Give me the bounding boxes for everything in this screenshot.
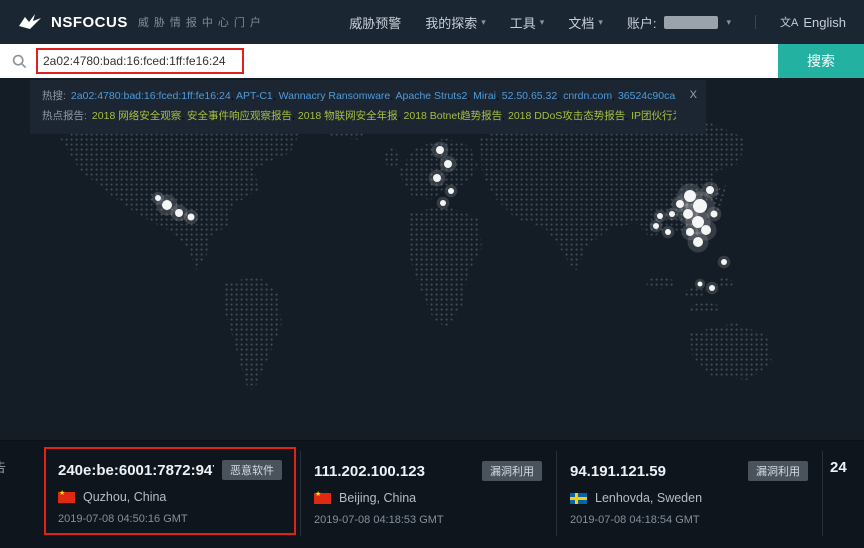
attack-point bbox=[444, 160, 452, 168]
previous-card-partial[interactable]: 告 bbox=[0, 457, 6, 476]
hot-search-link[interactable]: 36524c90ca1fac2102e7653dfadb31b2 bbox=[618, 90, 676, 102]
nav-item-account[interactable]: 账户: ▾ bbox=[627, 13, 731, 32]
hot-search-link[interactable]: 2a02:4780:bad:16:fced:1ff:fe16:24 bbox=[71, 90, 231, 102]
brand[interactable]: NSFOCUS 威胁情报中心门户 bbox=[18, 13, 266, 31]
hot-search-link[interactable]: APT-C1 bbox=[236, 90, 273, 102]
event-ip-title: 111.202.100.123 bbox=[314, 463, 474, 480]
hot-report-link[interactable]: 2018 物联网安全年报 bbox=[298, 110, 398, 122]
event-timestamp: 2019-07-08 04:18:54 GMT bbox=[570, 514, 808, 526]
language-switch[interactable]: 文A English bbox=[780, 14, 846, 30]
event-ip-title: 240e:be:6001:7872:947f:... bbox=[58, 462, 214, 479]
brand-name: NSFOCUS bbox=[51, 14, 128, 31]
nav-item-工具[interactable]: 工具 ▾ bbox=[510, 13, 545, 32]
language-label: English bbox=[803, 15, 846, 30]
attack-point bbox=[669, 211, 675, 217]
nav-item-label: 文档 bbox=[568, 13, 594, 32]
search-button[interactable]: 搜索 bbox=[778, 44, 864, 78]
event-location: Lenhovda, Sweden bbox=[595, 491, 702, 505]
event-location: Beijing, China bbox=[339, 491, 416, 505]
chevron-down-icon: ▾ bbox=[540, 18, 545, 27]
attack-point bbox=[721, 259, 727, 265]
search-icon bbox=[12, 54, 27, 69]
hot-search-link[interactable]: Apache Struts2 bbox=[396, 90, 468, 102]
chevron-down-icon: ▾ bbox=[598, 18, 603, 27]
continents bbox=[60, 100, 772, 390]
event-card[interactable]: 240e:be:6001:7872:947f:... 恶意软件 Quzhou, … bbox=[44, 447, 296, 535]
brand-subtitle: 威胁情报中心门户 bbox=[138, 14, 266, 30]
top-navbar: NSFOCUS 威胁情报中心门户 威胁预警 我的探索 ▾ 工具 ▾ 文档 ▾ 账户: ▾ 文… bbox=[0, 0, 864, 44]
translate-icon: 文A bbox=[780, 14, 798, 30]
attack-point bbox=[657, 213, 663, 219]
country-flag-icon bbox=[570, 493, 587, 504]
event-card-carousel: 告 24 240e:be:6001:7872:947f:... 恶意软件 Quz… bbox=[0, 440, 864, 548]
country-flag-icon bbox=[314, 493, 331, 504]
country-flag-icon bbox=[58, 492, 75, 503]
main-nav: 威胁预警 我的探索 ▾ 工具 ▾ 文档 ▾ 账户: ▾ 文A English bbox=[349, 13, 846, 32]
attack-point bbox=[665, 229, 671, 235]
hot-report-label: 热点报告: bbox=[42, 110, 87, 122]
attack-point bbox=[175, 209, 183, 217]
hot-search-label: 热搜: bbox=[42, 90, 66, 102]
next-card-partial[interactable]: 24 bbox=[830, 459, 847, 476]
threat-type-badge: 恶意软件 bbox=[222, 460, 282, 480]
nav-item-文档[interactable]: 文档 ▾ bbox=[568, 13, 603, 32]
nav-item-label: 工具 bbox=[510, 13, 536, 32]
hot-search-link[interactable]: Wannacry Ransomware bbox=[279, 90, 391, 102]
attack-point bbox=[653, 223, 659, 229]
card-divider bbox=[822, 451, 823, 536]
event-timestamp: 2019-07-08 04:18:53 GMT bbox=[314, 514, 542, 526]
hot-search-panel: X 热搜:2a02:4780:bad:16:fced:1ff:fe16:24, … bbox=[30, 80, 706, 134]
attack-point bbox=[709, 285, 715, 291]
hot-report-link[interactable]: 2018 网络安全观察 bbox=[92, 110, 181, 122]
hot-report-link[interactable]: 2018 DDoS攻击态势报告 bbox=[508, 110, 625, 122]
hot-report-link[interactable]: 2018 Botnet趋势报告 bbox=[404, 110, 503, 122]
event-card[interactable]: 94.191.121.59 漏洞利用 Lenhovda, Sweden 2019… bbox=[556, 441, 822, 548]
hot-report-link[interactable]: 安全事件响应观察报告 bbox=[187, 110, 292, 122]
event-card[interactable]: 111.202.100.123 漏洞利用 Beijing, China 2019… bbox=[300, 441, 556, 548]
nav-item-我的探索[interactable]: 我的探索 ▾ bbox=[425, 13, 486, 32]
attack-point bbox=[433, 174, 441, 182]
attack-point bbox=[706, 186, 714, 194]
attack-point bbox=[440, 200, 446, 206]
nsfocus-logo-icon bbox=[18, 13, 44, 31]
event-location: Quzhou, China bbox=[83, 490, 166, 504]
hot-search-link[interactable]: cnrdn.com bbox=[563, 90, 612, 102]
close-icon[interactable]: X bbox=[690, 85, 697, 106]
hot-search-link[interactable]: 52.50.65.32 bbox=[502, 90, 557, 102]
attack-point bbox=[698, 282, 703, 287]
event-timestamp: 2019-07-08 04:50:16 GMT bbox=[58, 513, 282, 525]
event-ip-title: 94.191.121.59 bbox=[570, 463, 740, 480]
account-label: 账户: bbox=[627, 13, 657, 32]
attack-point bbox=[188, 214, 195, 221]
chevron-down-icon: ▾ bbox=[726, 18, 731, 27]
hot-report-link[interactable]: IP团伙行为分析 bbox=[631, 110, 676, 122]
threat-type-badge: 漏洞利用 bbox=[748, 461, 808, 481]
threat-type-badge: 漏洞利用 bbox=[482, 461, 542, 481]
attack-point bbox=[436, 146, 444, 154]
chevron-down-icon: ▾ bbox=[481, 18, 486, 27]
attack-point bbox=[711, 211, 718, 218]
nav-item-威胁预警[interactable]: 威胁预警 bbox=[349, 13, 401, 32]
hot-search-link[interactable]: Mirai bbox=[473, 90, 496, 102]
search-bar: 搜索 bbox=[0, 44, 864, 78]
account-name-redacted bbox=[664, 16, 718, 29]
attack-point bbox=[693, 237, 703, 247]
attack-point bbox=[162, 200, 172, 210]
hot-search-row: 热搜:2a02:4780:bad:16:fced:1ff:fe16:24, AP… bbox=[42, 86, 676, 106]
hot-report-row: 热点报告:2018 网络安全观察, 安全事件响应观察报告, 2018 物联网安全… bbox=[42, 106, 676, 126]
nav-divider bbox=[755, 15, 756, 29]
attack-point bbox=[448, 188, 454, 194]
search-input[interactable] bbox=[36, 48, 244, 74]
nav-item-label: 我的探索 bbox=[425, 13, 477, 32]
nav-item-label: 威胁预警 bbox=[349, 13, 401, 32]
